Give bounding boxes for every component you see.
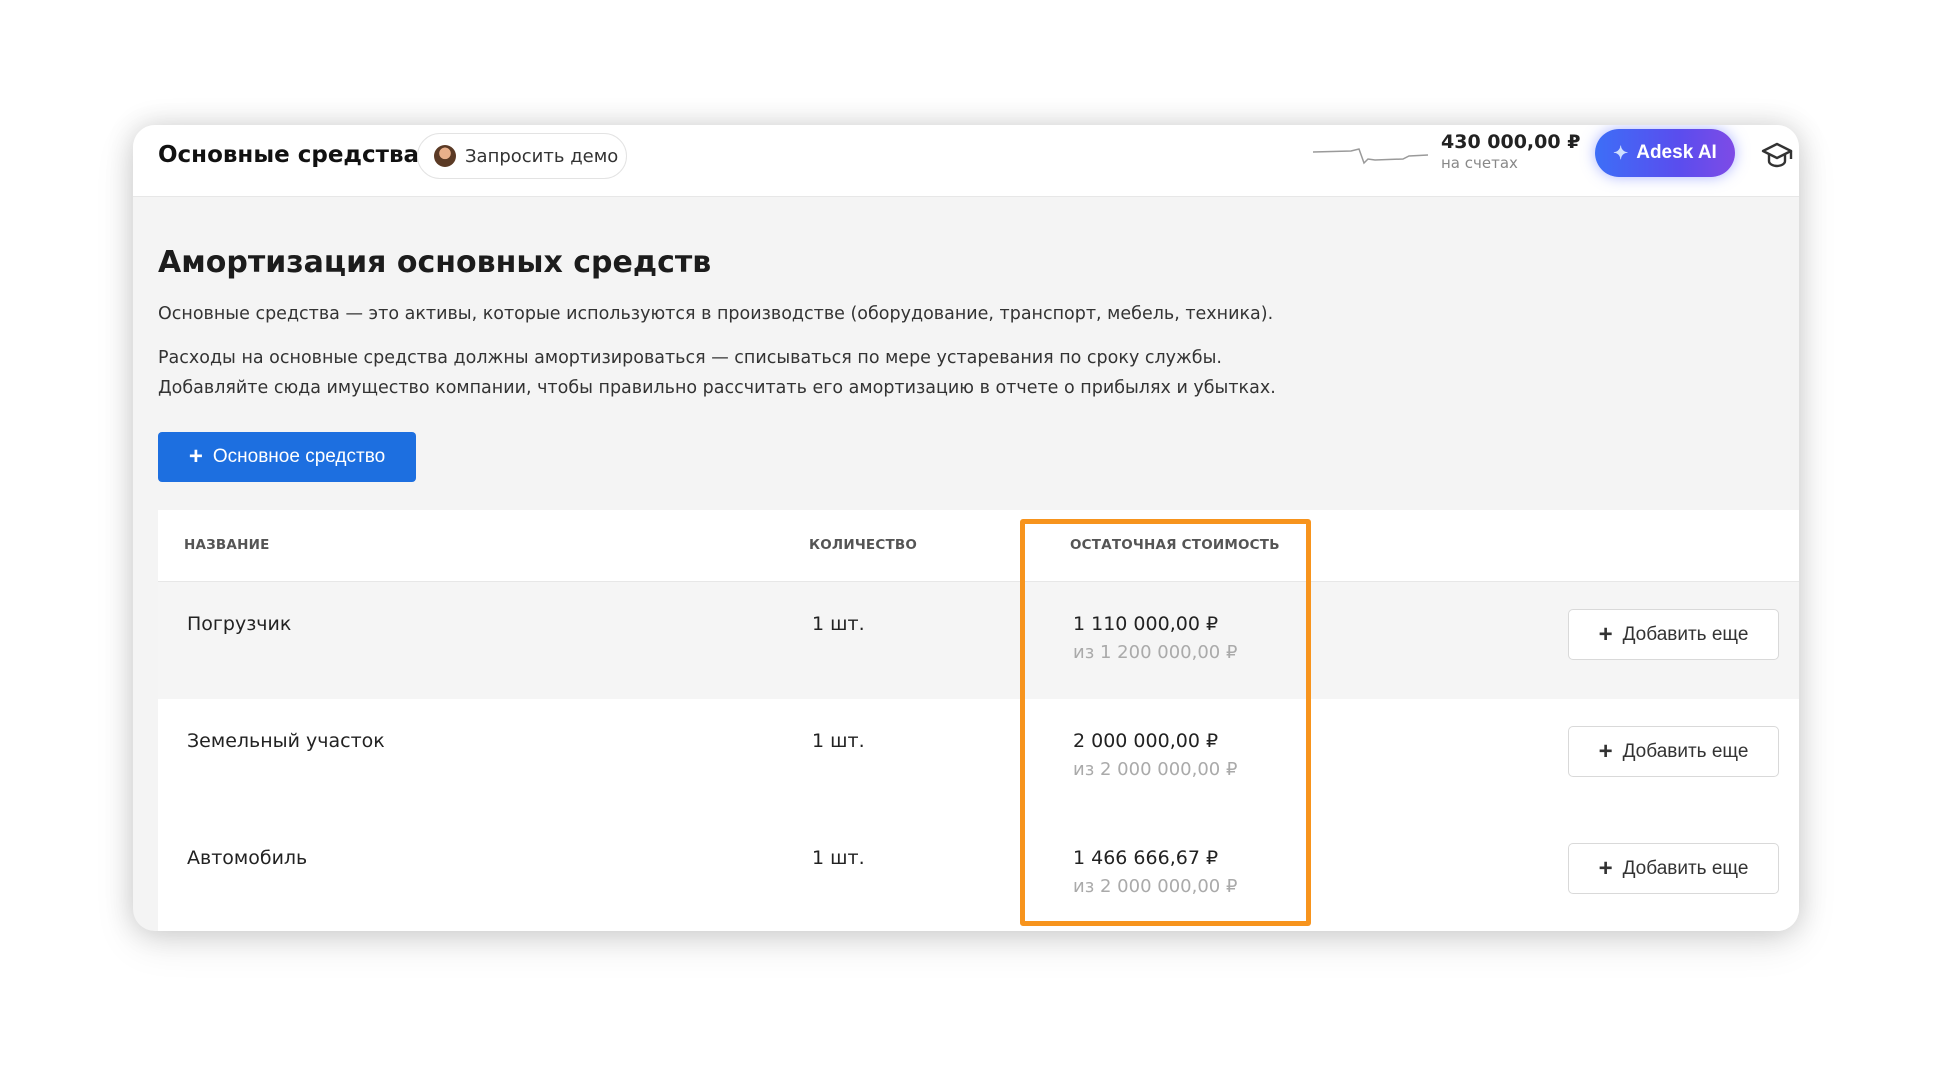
adesk-ai-label: Adesk AI	[1636, 142, 1717, 163]
plus-icon: +	[1598, 620, 1613, 648]
table-row[interactable]: Земельный участок 1 шт. 2 000 000,00 ₽ и…	[158, 699, 1799, 816]
asset-name: Автомобиль	[187, 847, 308, 869]
table-row[interactable]: Погрузчик 1 шт. 1 110 000,00 ₽ из 1 200 …	[158, 582, 1799, 699]
page-heading: Амортизация основных средств	[158, 245, 712, 280]
add-fixed-asset-button[interactable]: + Основное средство	[158, 432, 416, 482]
plus-icon: +	[188, 443, 203, 470]
request-demo-button[interactable]: Запросить демо	[417, 133, 627, 179]
asset-name: Погрузчик	[187, 613, 292, 635]
asset-quantity: 1 шт.	[812, 730, 865, 752]
description-line-2: Расходы на основные средства должны амор…	[158, 348, 1222, 368]
asset-residual-value: 1 466 666,67 ₽	[1073, 847, 1219, 869]
avatar	[434, 145, 456, 167]
table-header: НАЗВАНИЕ КОЛИЧЕСТВО ОСТАТОЧНАЯ СТОИМОСТЬ	[158, 510, 1799, 582]
asset-residual-value: 1 110 000,00 ₽	[1073, 613, 1219, 635]
column-header-name[interactable]: НАЗВАНИЕ	[184, 537, 270, 553]
add-more-label: Добавить еще	[1622, 623, 1749, 645]
assets-table: НАЗВАНИЕ КОЛИЧЕСТВО ОСТАТОЧНАЯ СТОИМОСТЬ…	[158, 510, 1799, 931]
add-more-label: Добавить еще	[1622, 857, 1749, 879]
asset-quantity: 1 шт.	[812, 613, 865, 635]
top-bar: Основные средства Запросить демо 430 000…	[133, 125, 1799, 197]
asset-initial-value: из 2 000 000,00 ₽	[1073, 876, 1238, 897]
graduation-cap-icon[interactable]	[1760, 139, 1794, 173]
table-row[interactable]: Автомобиль 1 шт. 1 466 666,67 ₽ из 2 000…	[158, 816, 1799, 931]
description-line-1: Основные средства — это активы, которые …	[158, 304, 1274, 324]
balance-sparkline	[1313, 148, 1429, 165]
add-fixed-asset-label: Основное средство	[212, 446, 386, 467]
balance-caption: на счетах	[1441, 154, 1518, 172]
add-more-button[interactable]: + Добавить еще	[1568, 726, 1779, 777]
asset-name: Земельный участок	[187, 730, 385, 752]
asset-residual-value: 2 000 000,00 ₽	[1073, 730, 1219, 752]
add-more-label: Добавить еще	[1622, 740, 1749, 762]
sparkle-icon: ✦	[1613, 142, 1629, 163]
plus-icon: +	[1598, 854, 1613, 882]
adesk-ai-button[interactable]: ✦ Adesk AI	[1595, 129, 1735, 177]
add-more-button[interactable]: + Добавить еще	[1568, 843, 1779, 894]
app-title: Основные средства	[158, 142, 420, 168]
plus-icon: +	[1598, 737, 1613, 765]
asset-quantity: 1 шт.	[812, 847, 865, 869]
column-header-residual-value[interactable]: ОСТАТОЧНАЯ СТОИМОСТЬ	[1070, 537, 1280, 553]
description-line-3: Добавляйте сюда имущество компании, чтоб…	[158, 378, 1276, 398]
column-header-quantity[interactable]: КОЛИЧЕСТВО	[809, 537, 917, 553]
request-demo-label: Запросить демо	[465, 145, 619, 167]
balance-amount[interactable]: 430 000,00 ₽	[1441, 131, 1580, 153]
add-more-button[interactable]: + Добавить еще	[1568, 609, 1779, 660]
asset-initial-value: из 2 000 000,00 ₽	[1073, 759, 1238, 780]
asset-initial-value: из 1 200 000,00 ₽	[1073, 642, 1238, 663]
app-window: Основные средства Запросить демо 430 000…	[133, 125, 1799, 931]
